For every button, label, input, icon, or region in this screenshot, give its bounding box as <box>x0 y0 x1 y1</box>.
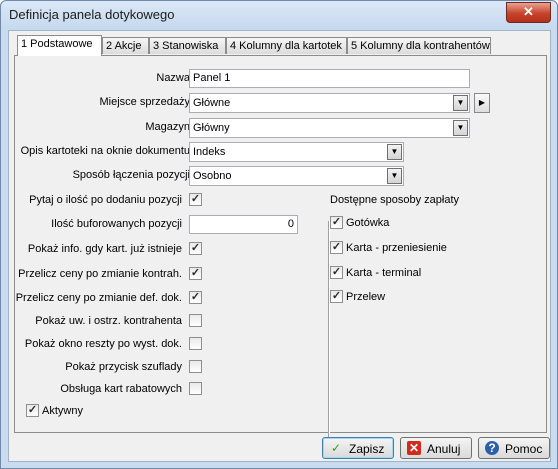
option-checkbox[interactable] <box>189 337 202 350</box>
miejsce-more-button[interactable]: ▶ <box>474 93 490 113</box>
ilosc-buf-input[interactable]: 0 <box>189 215 298 234</box>
option-checkbox[interactable]: ✓ <box>189 267 202 280</box>
option-label: Przelicz ceny po zmianie kontrah. <box>18 268 182 280</box>
payment-checkbox[interactable]: ✓ <box>330 241 343 254</box>
nazwa-label: Nazwa <box>156 72 190 84</box>
cancel-label: Anuluj <box>427 442 461 456</box>
payment-checkbox[interactable]: ✓ <box>330 216 343 229</box>
tab-stanowiska[interactable]: 3 Stanowiska <box>149 37 226 54</box>
option-label: Pokaż info. gdy kart. już istnieje <box>27 243 182 255</box>
magazyn-combo[interactable]: Główny ▼ <box>189 118 470 138</box>
title-bar[interactable]: Definicja panela dotykowego ✕ <box>1 1 557 29</box>
chevron-down-icon[interactable]: ▼ <box>387 144 402 160</box>
sposob-value: Osobno <box>193 170 232 182</box>
option-checkbox[interactable] <box>189 382 202 395</box>
tab-panel-podstawowe: Nazwa Panel 1 Miejsce sprzedaży Główne ▼… <box>14 55 547 446</box>
miejsce-label: Miejsce sprzedaży <box>99 96 190 108</box>
tab-kolumny-kontrahentow[interactable]: 5 Kolumny dla kontrahentów <box>347 37 491 54</box>
option-label: Pokaż okno reszty po wyst. dok. <box>24 338 182 350</box>
payment-label: Karta - terminal <box>346 267 422 279</box>
window-title: Definicja panela dotykowego <box>9 7 175 22</box>
tab-akcje[interactable]: 2 Akcje <box>102 37 149 54</box>
aktywny-checkbox[interactable]: ✓ <box>26 404 39 417</box>
magazyn-value: Główny <box>193 122 230 134</box>
aktywny-label: Aktywny <box>42 405 83 417</box>
option-label: Pokaż uw. i ostrz. kontrahenta <box>35 315 182 327</box>
sposob-label: Sposób łączenia pozycji <box>72 169 190 181</box>
opis-label: Opis kartoteki na oknie dokumentu <box>20 145 190 157</box>
save-button[interactable]: ✓ Zapisz <box>322 437 394 459</box>
option-checkbox[interactable]: ✓ <box>189 193 202 206</box>
nazwa-input[interactable]: Panel 1 <box>189 69 470 88</box>
option-label: Przelicz ceny po zmianie def. dok. <box>15 292 182 304</box>
chevron-down-icon[interactable]: ▼ <box>453 95 468 111</box>
x-icon: ✕ <box>407 441 421 455</box>
dialog-window: Definicja panela dotykowego ✕ 1 Podstawo… <box>0 0 558 469</box>
magazyn-label: Magazyn <box>145 121 190 133</box>
help-label: Pomoc <box>505 442 543 456</box>
payments-title: Dostępne sposoby zapłaty <box>330 194 460 206</box>
save-label: Zapisz <box>349 442 385 456</box>
option-checkbox[interactable]: ✓ <box>189 291 202 304</box>
close-button[interactable]: ✕ <box>506 2 551 23</box>
option-label: Pokaż przycisk szuflady <box>65 361 182 373</box>
payment-label: Karta - przeniesienie <box>346 242 447 254</box>
tab-podstawowe[interactable]: 1 Podstawowe <box>17 35 102 56</box>
payment-label: Gotówka <box>346 217 390 229</box>
payment-label: Przelew <box>346 291 386 303</box>
option-checkbox[interactable] <box>189 360 202 373</box>
ilosc-buf-label: Ilość buforowanych pozycji <box>51 218 182 230</box>
option-checkbox[interactable] <box>189 314 202 327</box>
option-label: Pytaj o ilość po dodaniu pozycji <box>29 194 182 206</box>
payment-checkbox[interactable]: ✓ <box>330 266 343 279</box>
check-icon: ✓ <box>330 441 342 455</box>
help-icon: ? <box>485 441 499 455</box>
sposob-combo[interactable]: Osobno ▼ <box>189 166 404 186</box>
miejsce-combo[interactable]: Główne ▼ <box>189 93 470 113</box>
opis-combo[interactable]: Indeks ▼ <box>189 142 404 162</box>
chevron-down-icon[interactable]: ▼ <box>387 168 402 184</box>
miejsce-value: Główne <box>193 97 231 109</box>
cancel-button[interactable]: ✕ Anuluj <box>400 437 472 459</box>
payment-checkbox[interactable]: ✓ <box>330 290 343 303</box>
dialog-client: 1 Podstawowe 2 Akcje 3 Stanowiska 4 Kolu… <box>8 30 551 462</box>
option-label: Obsługa kart rabatowych <box>60 383 182 395</box>
tab-kolumny-kartotek[interactable]: 4 Kolumny dla kartotek <box>226 37 347 54</box>
option-checkbox[interactable]: ✓ <box>189 242 202 255</box>
vertical-divider <box>328 221 330 446</box>
opis-value: Indeks <box>193 146 226 158</box>
help-button[interactable]: ? Pomoc <box>478 437 550 459</box>
chevron-down-icon[interactable]: ▼ <box>453 120 468 136</box>
